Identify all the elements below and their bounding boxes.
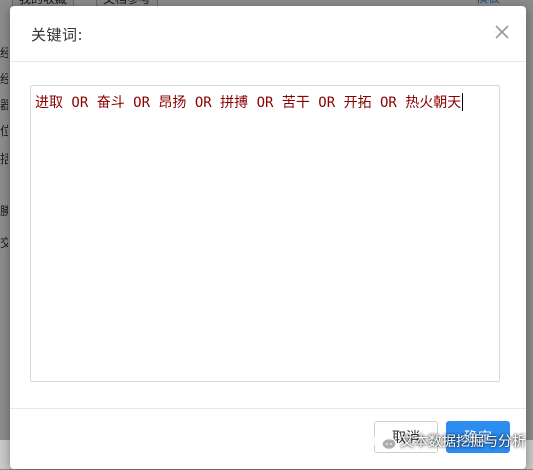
close-icon[interactable]: [492, 22, 512, 42]
watermark: 文本数据挖掘与分析: [372, 431, 526, 455]
keywords-text: 进取 OR 奋斗 OR 昂扬 OR 拼搏 OR 苦干 OR 开拓 OR 热火朝天: [35, 95, 462, 111]
wechat-icon: [372, 432, 398, 452]
dialog-header: 关键词:: [10, 6, 526, 62]
keyword-dialog: 关键词: 进取 OR 奋斗 OR 昂扬 OR 拼搏 OR 苦干 OR 开拓 OR…: [10, 6, 526, 469]
text-caret: [462, 93, 464, 111]
keywords-textarea[interactable]: 进取 OR 奋斗 OR 昂扬 OR 拼搏 OR 苦干 OR 开拓 OR 热火朝天: [30, 85, 500, 382]
dialog-title: 关键词:: [31, 26, 84, 44]
watermark-text: 文本数据挖掘与分析: [400, 434, 526, 450]
